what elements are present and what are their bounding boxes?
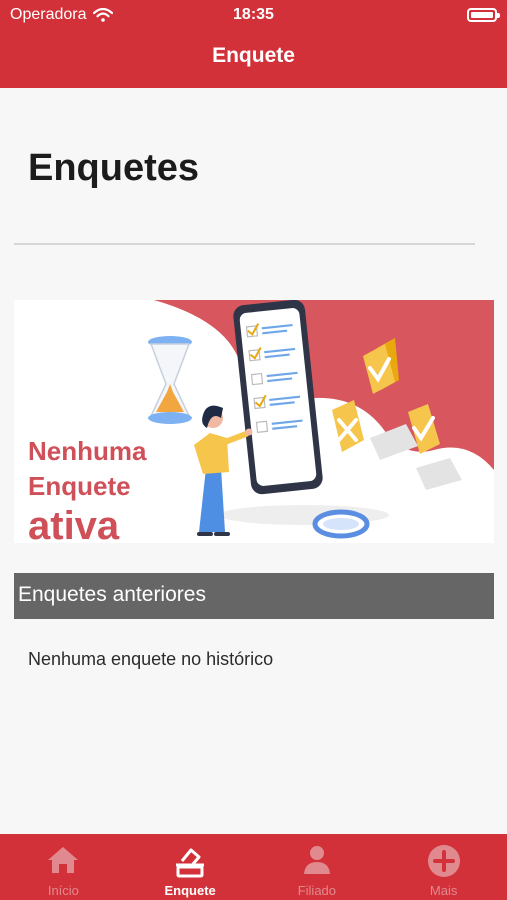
tab-label: Mais xyxy=(429,883,458,898)
home-icon xyxy=(48,847,79,873)
battery-icon xyxy=(467,8,500,22)
tab-label: Início xyxy=(47,883,79,898)
previous-polls-header: Enquetes anteriores xyxy=(14,573,494,619)
banner-text-line: ativa xyxy=(28,504,120,543)
tab-inicio[interactable]: Início xyxy=(0,834,127,900)
bottom-tab-bar: Início Enquete Filiado Mais xyxy=(0,834,507,900)
no-active-poll-banner: Nenhuma Enquete ativa xyxy=(14,300,494,543)
app-header: Operadora 18:35 Enquete xyxy=(0,0,507,88)
tab-filiado[interactable]: Filiado xyxy=(254,834,381,900)
person-icon xyxy=(303,846,330,874)
status-bar: Operadora 18:35 xyxy=(0,0,507,30)
banner-text-line: Enquete xyxy=(28,471,131,501)
ballot-icon xyxy=(176,848,205,878)
tab-label: Filiado xyxy=(297,883,337,898)
page-title: Enquetes xyxy=(28,147,200,189)
nav-title: Enquete xyxy=(212,44,295,67)
title-divider xyxy=(14,243,475,245)
plus-circle-icon xyxy=(427,845,460,877)
banner-text-line: Nenhuma xyxy=(28,436,147,466)
tab-mais[interactable]: Mais xyxy=(380,834,507,900)
tab-enquete[interactable]: Enquete xyxy=(127,834,254,900)
tab-label: Enquete xyxy=(164,883,216,898)
empty-history-message: Nenhuma enquete no histórico xyxy=(28,649,274,669)
clock: 18:35 xyxy=(233,6,274,23)
